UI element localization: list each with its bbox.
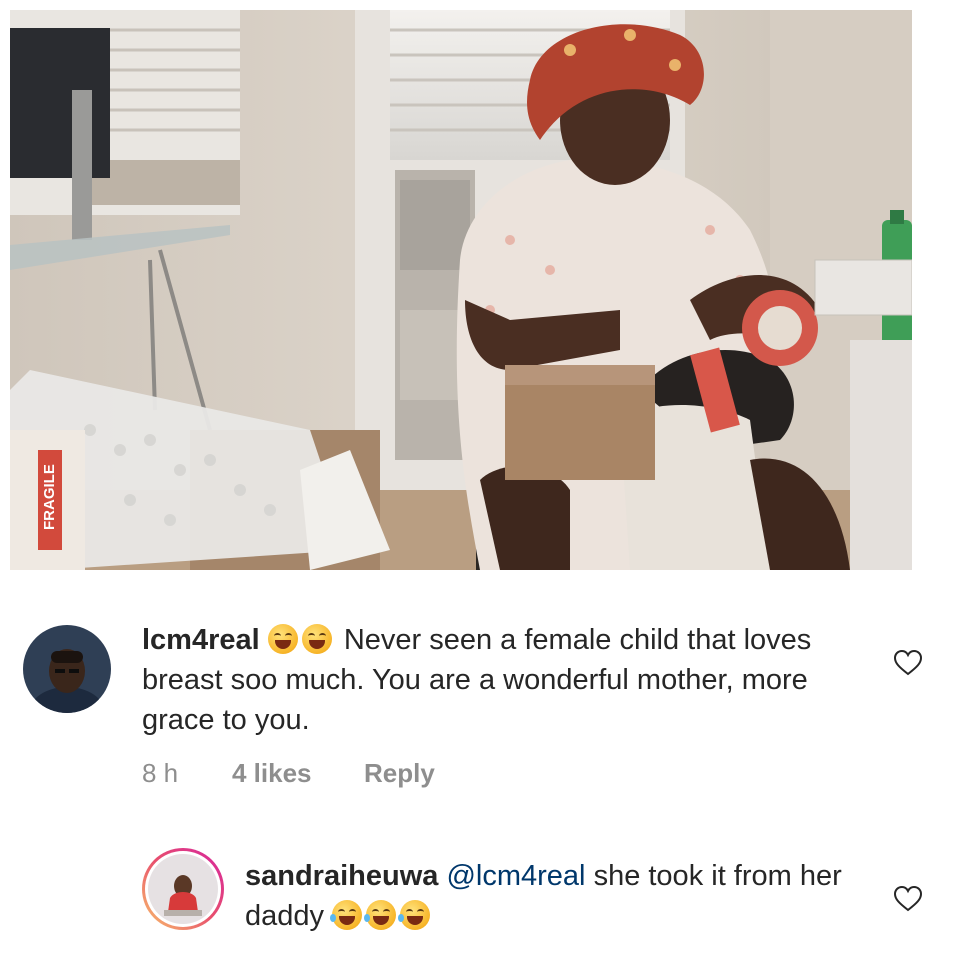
avatar-image: [148, 854, 218, 924]
tears-of-joy-emoji: [330, 900, 363, 930]
avatar-story-ring[interactable]: [142, 848, 224, 930]
post-photo: FRAGILE: [10, 10, 912, 570]
rolling-laughing-emoji: [267, 624, 298, 654]
avatar[interactable]: [23, 625, 111, 713]
comment-meta: 8 h 4 likes Reply: [142, 758, 542, 790]
avatar-image: [23, 625, 111, 713]
tears-of-joy-emoji: [364, 900, 397, 930]
reply-body: sandraiheuwa @lcm4real she took it from …: [245, 856, 845, 936]
mention-link[interactable]: @lcm4real: [446, 860, 585, 892]
reply-button[interactable]: Reply: [364, 758, 435, 789]
comment-1: lcm4real Never seen a female child that …: [0, 600, 960, 800]
heart-outline-icon[interactable]: [893, 648, 923, 678]
comment-time: 8 h: [142, 758, 179, 788]
photo-scene: FRAGILE: [10, 10, 912, 570]
comment-body: lcm4real Never seen a female child that …: [142, 620, 862, 740]
comment-username[interactable]: lcm4real: [142, 624, 260, 656]
rolling-laughing-emoji: [301, 624, 332, 654]
comment-likes[interactable]: 4 likes: [232, 758, 312, 789]
comment-username[interactable]: sandraiheuwa: [245, 860, 438, 892]
tears-of-joy-emoji: [398, 900, 431, 930]
heart-outline-icon[interactable]: [893, 884, 923, 914]
comment-2: sandraiheuwa @lcm4real she took it from …: [0, 840, 960, 950]
fragile-label: FRAGILE: [41, 464, 58, 530]
